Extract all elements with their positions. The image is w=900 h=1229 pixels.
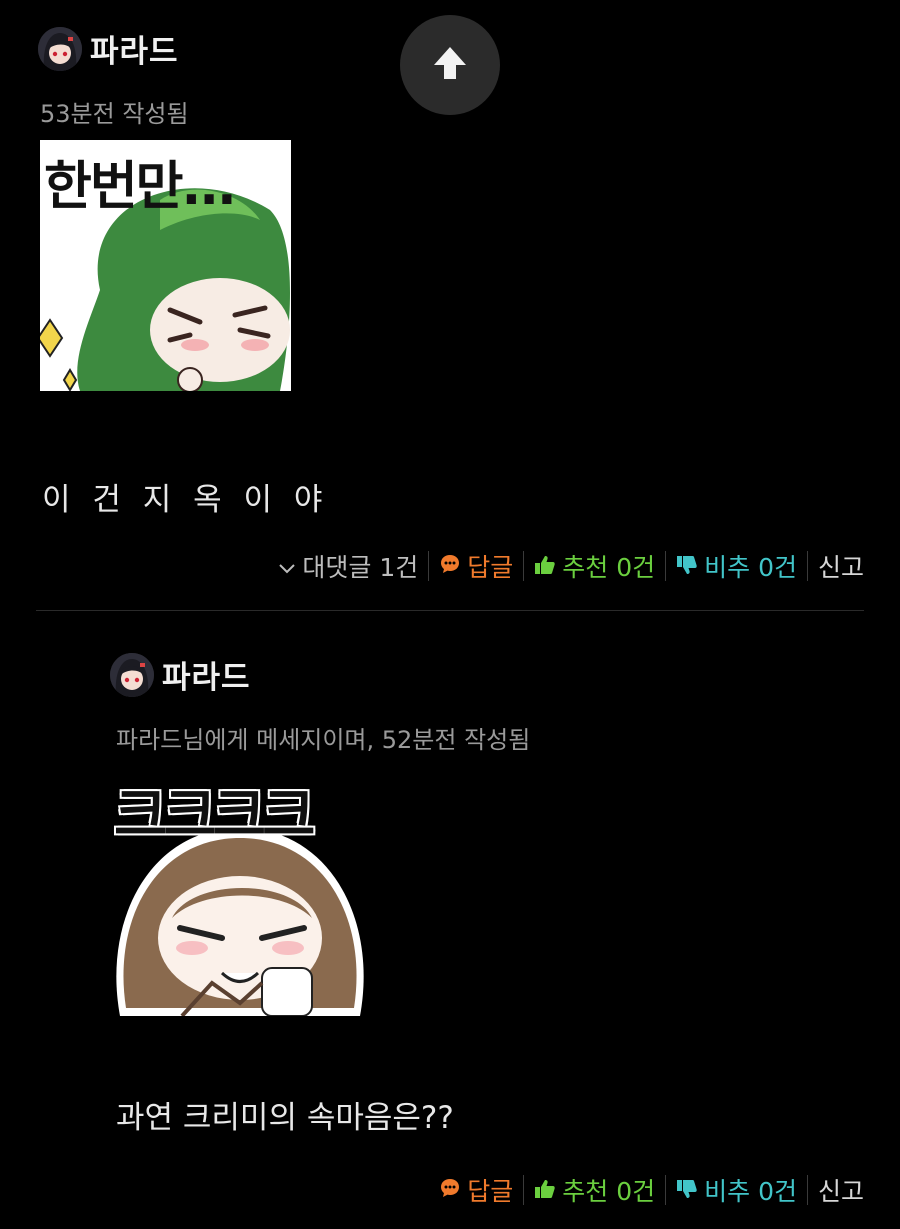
not-recommend-label: 비추 0건 <box>704 1177 797 1206</box>
sticker-image: 크크크크 <box>112 768 368 1016</box>
report-button[interactable]: 신고 <box>808 1172 864 1208</box>
comment-actions: 대댓글 1건 답글 추천 0건 비추 0건 신고 <box>268 548 864 584</box>
report-label: 신고 <box>817 1177 864 1206</box>
avatar <box>110 652 154 697</box>
comment-author[interactable]: 파라드 <box>110 652 251 697</box>
replies-toggle[interactable]: 대댓글 1건 <box>268 548 428 584</box>
author-name: 파라드 <box>162 660 251 696</box>
comment-meta: 파라드님에게 메세지이며, 52분전 작성됨 <box>116 726 531 754</box>
chat-bubble-icon <box>439 552 461 581</box>
recommend-label: 추천 0건 <box>562 553 656 582</box>
not-recommend-button[interactable]: 비추 0건 <box>666 548 807 584</box>
sticker-image: 한번만... <box>40 140 291 391</box>
recommend-button[interactable]: 추천 0건 <box>524 548 665 584</box>
chat-bubble-icon <box>439 1176 461 1205</box>
thumbs-up-icon <box>534 1176 556 1205</box>
arrow-up-icon <box>430 43 470 87</box>
comment-author[interactable]: 파라드 <box>38 26 179 71</box>
replies-label: 대댓글 1건 <box>302 553 419 582</box>
author-name: 파라드 <box>90 34 179 70</box>
reply-label: 답글 <box>467 1177 514 1206</box>
not-recommend-label: 비추 0건 <box>704 553 797 582</box>
reply-button[interactable]: 답글 <box>429 1172 523 1208</box>
thumbs-up-icon <box>534 552 556 581</box>
comment-actions: 답글 추천 0건 비추 0건 신고 <box>429 1172 864 1208</box>
comment-body: 과연 크리미의 속마음은?? <box>116 1100 454 1136</box>
comment-divider <box>36 610 864 611</box>
reply-label: 답글 <box>467 553 514 582</box>
scroll-to-top-button[interactable] <box>400 15 500 115</box>
thumbs-down-icon <box>676 552 698 581</box>
recommend-label: 추천 0건 <box>562 1177 656 1206</box>
sticker-caption: 한번만... <box>44 157 237 217</box>
comment-body: 이 건 지 옥 이 야 <box>42 482 329 518</box>
avatar <box>38 26 82 71</box>
report-button[interactable]: 신고 <box>808 548 864 584</box>
sticker-caption: 크크크크 <box>112 780 316 851</box>
recommend-button[interactable]: 추천 0건 <box>524 1172 665 1208</box>
chevron-down-icon <box>278 552 296 581</box>
reply-button[interactable]: 답글 <box>429 548 523 584</box>
comment-meta: 53분전 작성됨 <box>40 100 189 128</box>
thumbs-down-icon <box>676 1176 698 1205</box>
report-label: 신고 <box>817 553 864 582</box>
not-recommend-button[interactable]: 비추 0건 <box>666 1172 807 1208</box>
